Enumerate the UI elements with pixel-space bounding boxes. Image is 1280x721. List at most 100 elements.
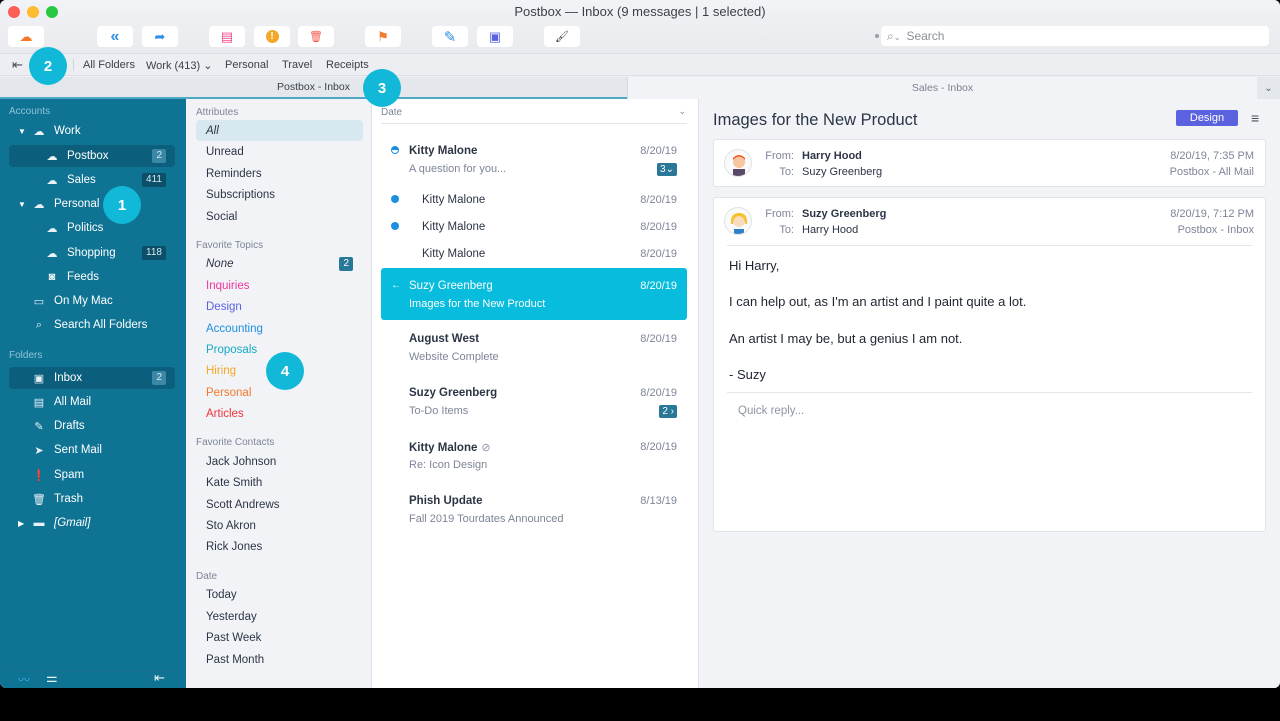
topic-articles[interactable]: Articles: [196, 403, 363, 424]
archive-button[interactable]: ▤: [209, 26, 245, 47]
message-row-selected[interactable]: ← Suzy Greenberg 8/20/19 Images for the …: [381, 268, 687, 320]
contacts-icon: ▣: [488, 28, 502, 44]
sidebar-item-trash[interactable]: 🗑 Trash: [9, 488, 175, 510]
sign-in-icon[interactable]: ⇤: [154, 670, 165, 686]
attribute-subscriptions[interactable]: Subscriptions: [196, 184, 363, 205]
brush-icon: 🖌: [555, 31, 569, 43]
attribute-reminders[interactable]: Reminders: [196, 163, 363, 184]
message-row[interactable]: Kitty Malone 8/20/19: [381, 189, 687, 211]
topic-tag-design[interactable]: Design: [1176, 110, 1238, 126]
sidebar-item-on-my-mac[interactable]: ▭ On My Mac: [9, 290, 175, 312]
attributes-section-label: Attributes: [196, 107, 239, 118]
topic-accounting[interactable]: Accounting: [196, 318, 363, 339]
attribute-unread[interactable]: Unread: [196, 141, 363, 162]
cloud-icon: ☁: [46, 150, 58, 163]
sidebar-item-drafts[interactable]: ✎ Drafts: [9, 415, 175, 437]
topic-inquiries[interactable]: Inquiries: [196, 275, 363, 296]
sidebar-item-postbox[interactable]: ☁ Postbox 2: [9, 145, 175, 167]
thread-count-badge[interactable]: 3⌄: [657, 163, 677, 176]
recipient-name[interactable]: Harry Hood: [802, 224, 858, 236]
favorites-bar: ⇤ All Folders Work (413) ⌄ Personal Trav…: [0, 54, 1280, 76]
forward-button[interactable]: ➦: [142, 26, 178, 47]
reply-all-button[interactable]: «: [97, 26, 133, 47]
contact-jack-johnson[interactable]: Jack Johnson: [196, 451, 363, 472]
attribute-social[interactable]: Social: [196, 206, 363, 227]
recipient-name[interactable]: Suzy Greenberg: [802, 166, 882, 178]
sender-name[interactable]: Harry Hood: [802, 150, 862, 162]
favorite-personal[interactable]: Personal: [225, 59, 268, 71]
sidebar-item-all-mail[interactable]: ▤ All Mail: [9, 391, 175, 413]
get-mail-button[interactable]: ☁: [8, 26, 44, 47]
message-card-collapsed[interactable]: From: Harry Hood To: Suzy Greenberg 8/20…: [713, 139, 1266, 187]
date-yesterday[interactable]: Yesterday: [196, 606, 363, 627]
quick-reply-input[interactable]: [738, 405, 1238, 417]
reply-all-icon: «: [110, 27, 120, 45]
message-list: Date ⌄ Kitty Malone 8/20/19 A question f…: [372, 99, 699, 688]
topic-design[interactable]: Design: [196, 296, 363, 317]
message-row[interactable]: Kitty Malone 8/20/19: [381, 243, 687, 265]
date-today[interactable]: Today: [196, 584, 363, 605]
sidebar-item-spam[interactable]: ❗ Spam: [9, 464, 175, 486]
junk-button[interactable]: !: [254, 26, 290, 47]
attribute-all[interactable]: All: [196, 120, 363, 141]
message-datetime: 8/20/19, 7:12 PM: [1170, 208, 1254, 220]
message-row[interactable]: Kitty Malone ⊘ 8/20/19 Re: Icon Design: [381, 435, 687, 481]
search-field[interactable]: ⌕⌄: [881, 26, 1269, 46]
favorites-divider: [73, 59, 74, 71]
sender-name[interactable]: Suzy Greenberg: [802, 208, 886, 220]
favorite-work[interactable]: Work (413) ⌄: [146, 59, 212, 72]
sidebar-item-personal[interactable]: ▼ ☁ Personal: [9, 193, 175, 215]
monitor-icon: ▭: [33, 295, 45, 308]
tab-postbox-inbox[interactable]: Postbox - Inbox: [0, 77, 627, 99]
sidebar-item-inbox[interactable]: ▣ Inbox 2: [9, 367, 175, 389]
sidebar-item-sent-mail[interactable]: ➤ Sent Mail: [9, 439, 175, 461]
sort-chevron-icon[interactable]: ⌄: [678, 106, 686, 117]
favorite-travel[interactable]: Travel: [282, 59, 312, 71]
tab-sales-inbox[interactable]: Sales - Inbox: [627, 77, 1257, 99]
sidebar-item-feeds[interactable]: ◙ Feeds: [9, 266, 175, 288]
delete-button[interactable]: 🗑: [298, 26, 334, 47]
activity-icon[interactable]: 〰: [18, 671, 30, 688]
archive-icon: ▤: [220, 28, 234, 44]
search-input[interactable]: [906, 29, 1247, 43]
favorite-all-folders[interactable]: All Folders: [83, 59, 135, 71]
message-row[interactable]: Suzy Greenberg 8/20/19 To-Do Items 2 ›: [381, 381, 687, 427]
sidebar-item-search-all-folders[interactable]: ⌕ Search All Folders: [9, 314, 175, 336]
sidebar-item-sales[interactable]: ☁ Sales 411: [9, 169, 175, 191]
attachment-icon: ⊘: [481, 442, 491, 454]
date-past-month[interactable]: Past Month: [196, 649, 363, 670]
pencil-icon: ✎: [34, 420, 44, 433]
message-row[interactable]: Phish Update 8/13/19 Fall 2019 Tourdates…: [381, 489, 687, 535]
search-icon[interactable]: ⌕⌄: [887, 29, 900, 44]
disclosure-open-icon[interactable]: ▼: [18, 127, 26, 136]
sidebar-item-gmail[interactable]: ▶ ▬ [Gmail]: [9, 512, 175, 534]
date-past-week[interactable]: Past Week: [196, 627, 363, 648]
trash-icon: 🗑: [32, 493, 46, 506]
thread-count-badge[interactable]: 2 ›: [659, 405, 677, 418]
contact-kate-smith[interactable]: Kate Smith: [196, 472, 363, 493]
tab-overflow-chevron-icon[interactable]: ⌄: [1257, 77, 1280, 99]
contact-scott-andrews[interactable]: Scott Andrews: [196, 494, 363, 515]
flag-button[interactable]: ⚑: [365, 26, 401, 47]
disclosure-open-icon[interactable]: ▼: [18, 200, 26, 209]
address-book-button[interactable]: ▣: [477, 26, 513, 47]
disclosure-closed-icon[interactable]: ▶: [18, 519, 24, 528]
exit-icon[interactable]: ⇤: [12, 57, 23, 73]
favorite-receipts[interactable]: Receipts: [326, 59, 369, 71]
topic-none[interactable]: None 2: [196, 253, 363, 274]
sidebar-item-politics[interactable]: ☁ Politics: [9, 217, 175, 239]
message-row[interactable]: August West 8/20/19 Website Complete: [381, 327, 687, 373]
sidebar-item-shopping[interactable]: ☁ Shopping 118: [9, 242, 175, 264]
unread-dot-icon: [391, 222, 399, 230]
themes-button[interactable]: 🖌: [544, 26, 580, 47]
contact-sto-akron[interactable]: Sto Akron: [196, 515, 363, 536]
contact-rick-jones[interactable]: Rick Jones: [196, 536, 363, 557]
body-line: An artist I may be, but a genius I am no…: [729, 331, 963, 346]
sliders-icon[interactable]: ⚌: [46, 670, 58, 686]
menu-icon[interactable]: ≡: [1251, 110, 1259, 126]
message-row[interactable]: Kitty Malone 8/20/19 A question for you.…: [381, 139, 687, 181]
compose-button[interactable]: ✎: [432, 26, 468, 47]
message-row[interactable]: Kitty Malone 8/20/19: [381, 216, 687, 238]
sort-by-date[interactable]: Date: [381, 107, 402, 118]
sidebar-item-work[interactable]: ▼ ☁ Work: [9, 120, 175, 142]
